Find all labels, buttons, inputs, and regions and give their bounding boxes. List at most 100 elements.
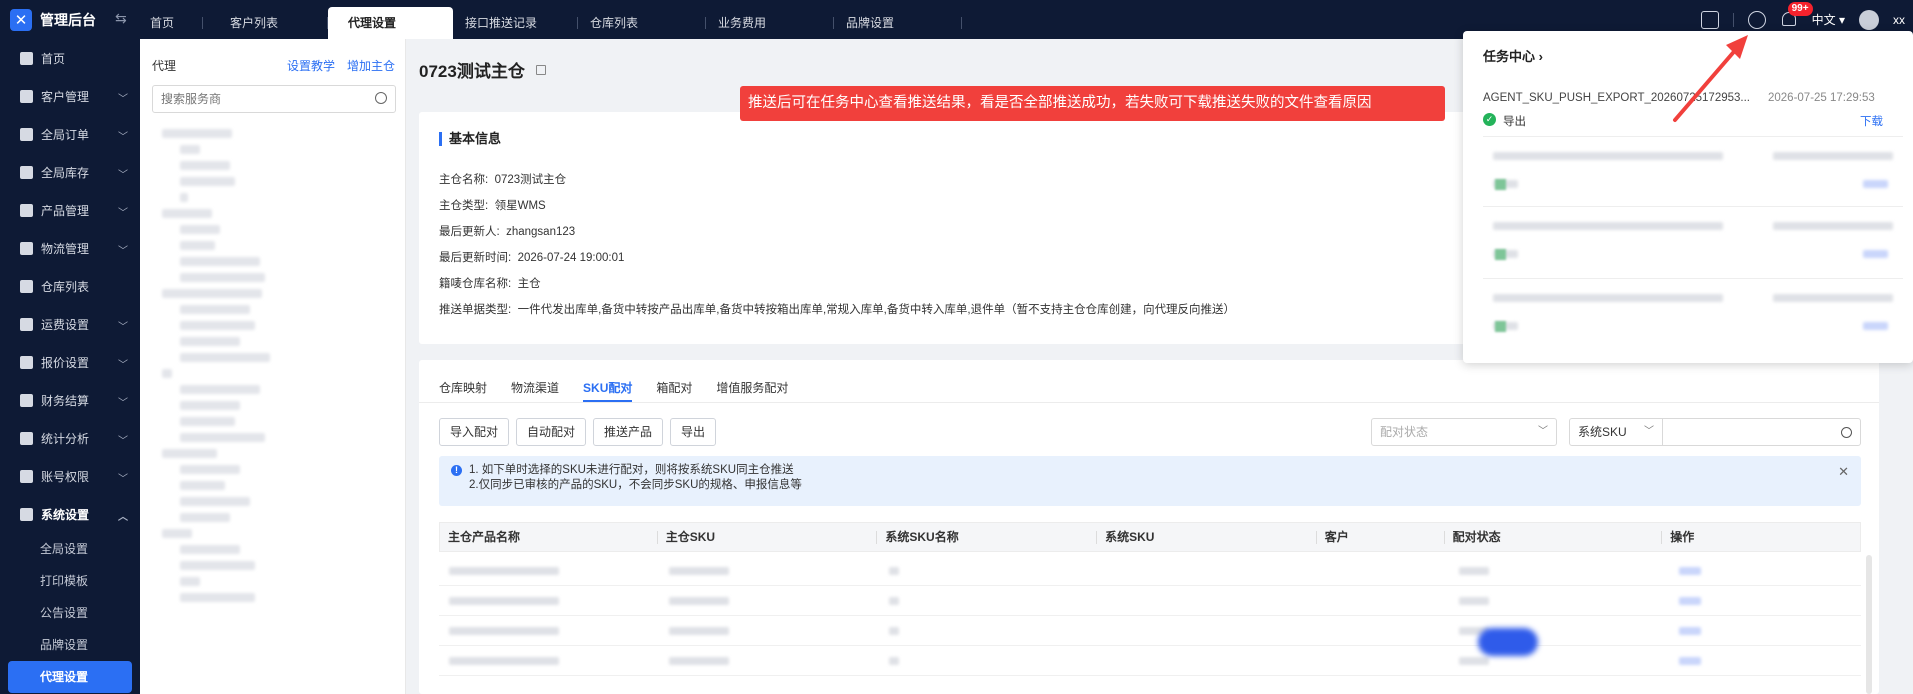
sidebar-item[interactable]: 报价设置 ﹀ <box>0 343 140 381</box>
sidebar-item[interactable]: 客户管理 ﹀ <box>0 77 140 115</box>
table-row[interactable] <box>439 646 1861 676</box>
tab-brand[interactable]: 品牌设置 <box>834 7 962 39</box>
sidebar-item[interactable]: 财务结算 ﹀ <box>0 381 140 419</box>
sidebar-item[interactable]: 全局订单 ﹀ <box>0 115 140 153</box>
table-row[interactable] <box>439 616 1861 646</box>
tree-node[interactable] <box>180 193 188 202</box>
tree-node[interactable] <box>180 225 220 234</box>
tree-node[interactable] <box>180 273 265 282</box>
row-action-link[interactable] <box>1679 567 1701 575</box>
task-download-link[interactable] <box>1863 322 1888 330</box>
tab-push-records[interactable]: 接口推送记录 <box>453 7 578 39</box>
tree-node[interactable] <box>180 433 265 442</box>
sidebar-item-label: 统计分析 <box>41 431 90 446</box>
tab-home[interactable]: 首页 <box>138 7 203 39</box>
tree-node[interactable] <box>180 545 240 554</box>
tree-node[interactable] <box>162 369 172 378</box>
tree-node[interactable] <box>180 401 240 410</box>
close-icon[interactable]: ✕ <box>1838 464 1849 479</box>
tree-node[interactable] <box>180 145 200 154</box>
tree-node[interactable] <box>180 161 230 170</box>
auto-pairing-button[interactable]: 自动配对 <box>516 418 587 446</box>
tree-node[interactable] <box>180 321 255 330</box>
search-icon[interactable] <box>1841 427 1852 438</box>
tree-node[interactable] <box>180 513 230 522</box>
sidebar-subitem[interactable]: 打印模板 <box>0 565 140 597</box>
tree-node[interactable] <box>180 561 255 570</box>
tab-sku-pairing[interactable]: SKU配对 <box>583 374 633 402</box>
bell-icon[interactable]: 99+ <box>1780 1 1813 29</box>
tree-node[interactable] <box>180 465 240 474</box>
sidebar-subitem[interactable]: 公告设置 <box>0 597 140 629</box>
tree-node[interactable] <box>180 337 240 346</box>
tree-node[interactable] <box>162 529 192 538</box>
warehouse-icon <box>20 279 33 293</box>
tree-node[interactable] <box>180 353 270 362</box>
tree-node[interactable] <box>162 129 232 138</box>
sidebar-item[interactable]: 物流管理 ﹀ <box>0 229 140 267</box>
sidebar-item[interactable]: 首页 <box>0 39 140 77</box>
sidebar-item[interactable]: 全局库存 ﹀ <box>0 153 140 191</box>
add-warehouse-link[interactable]: 增加主仓 <box>347 57 395 74</box>
sidebar-item[interactable]: 账号权限 ﹀ <box>0 457 140 495</box>
table-cell <box>449 567 559 575</box>
agent-panel-header: 代理 设置教学 增加主仓 <box>152 57 395 74</box>
tree-node[interactable] <box>180 305 250 314</box>
tab-customers[interactable]: 客户列表 <box>203 7 328 39</box>
tree-node[interactable] <box>180 257 260 266</box>
language-select[interactable]: 中文 ▾ <box>1812 11 1845 28</box>
row-action-link[interactable] <box>1679 597 1701 605</box>
sidebar-item[interactable]: 仓库列表 <box>0 267 140 305</box>
row-action-link[interactable] <box>1679 657 1701 665</box>
tree-node[interactable] <box>162 449 217 458</box>
sidebar-subitem[interactable]: 代理设置 <box>8 661 132 693</box>
sidebar-subitem[interactable]: 品牌设置 <box>0 629 140 661</box>
tab-warehouse-mapping[interactable]: 仓库映射 <box>439 374 487 402</box>
tree-node[interactable] <box>180 481 225 490</box>
table-row[interactable] <box>439 586 1861 616</box>
copy-icon[interactable] <box>536 65 546 75</box>
tree-node[interactable] <box>180 577 200 586</box>
search-provider-input[interactable] <box>152 85 396 113</box>
tree-node[interactable] <box>180 385 260 394</box>
task-download-link[interactable] <box>1863 250 1888 258</box>
tree-node[interactable] <box>180 593 255 602</box>
table-row[interactable] <box>439 556 1861 586</box>
export-button[interactable]: 导出 <box>670 418 717 446</box>
tree-node[interactable] <box>180 417 235 426</box>
tree-node[interactable] <box>180 177 235 186</box>
sidebar-item[interactable]: 统计分析 ﹀ <box>0 419 140 457</box>
search-icon[interactable] <box>375 92 387 104</box>
tutorial-link[interactable]: 设置教学 <box>287 57 335 74</box>
push-product-button[interactable]: 推送产品 <box>593 418 664 446</box>
tree-node[interactable] <box>162 289 262 298</box>
import-pairing-button[interactable]: 导入配对 <box>439 418 510 446</box>
avatar[interactable] <box>1859 9 1879 30</box>
collapse-menu-icon[interactable]: ⇆ <box>115 10 131 26</box>
tab-warehouses[interactable]: 仓库列表 <box>578 7 706 39</box>
username[interactable]: xx <box>1893 13 1905 27</box>
task-center-title[interactable]: 任务中心 › <box>1483 46 1543 65</box>
table-cell <box>669 567 729 575</box>
tab-value-added-pairing[interactable]: 增值服务配对 <box>716 374 788 402</box>
pairing-status-select[interactable]: 配对状态 ﹀ <box>1371 418 1557 446</box>
sidebar-item[interactable]: 运费设置 ﹀ <box>0 305 140 343</box>
table-scrollbar[interactable] <box>1866 555 1872 694</box>
tree-node[interactable] <box>180 241 215 250</box>
row-action-link[interactable] <box>1679 627 1701 635</box>
sidebar-item[interactable]: 系统设置 ︿ <box>0 495 140 533</box>
language-label: 中文 <box>1811 13 1836 27</box>
tab-logistics-channel[interactable]: 物流渠道 <box>511 374 559 402</box>
sku-type-select[interactable]: 系统SKU ﹀ <box>1569 418 1663 446</box>
tab-agent-settings[interactable]: 代理设置 <box>328 7 453 39</box>
brand[interactable]: ✕ 管理后台 <box>10 8 96 32</box>
sku-search-input[interactable] <box>1662 418 1861 446</box>
sidebar-item[interactable]: 产品管理 ﹀ <box>0 191 140 229</box>
tab-box-pairing[interactable]: 箱配对 <box>656 374 692 402</box>
sidebar-subitem[interactable]: 全局设置 <box>0 533 140 565</box>
download-link[interactable]: 下载 <box>1860 113 1883 129</box>
tree-node[interactable] <box>180 497 250 506</box>
task-download-link[interactable] <box>1863 180 1888 188</box>
tab-fees[interactable]: 业务费用 <box>706 7 834 39</box>
tree-node[interactable] <box>162 209 212 218</box>
